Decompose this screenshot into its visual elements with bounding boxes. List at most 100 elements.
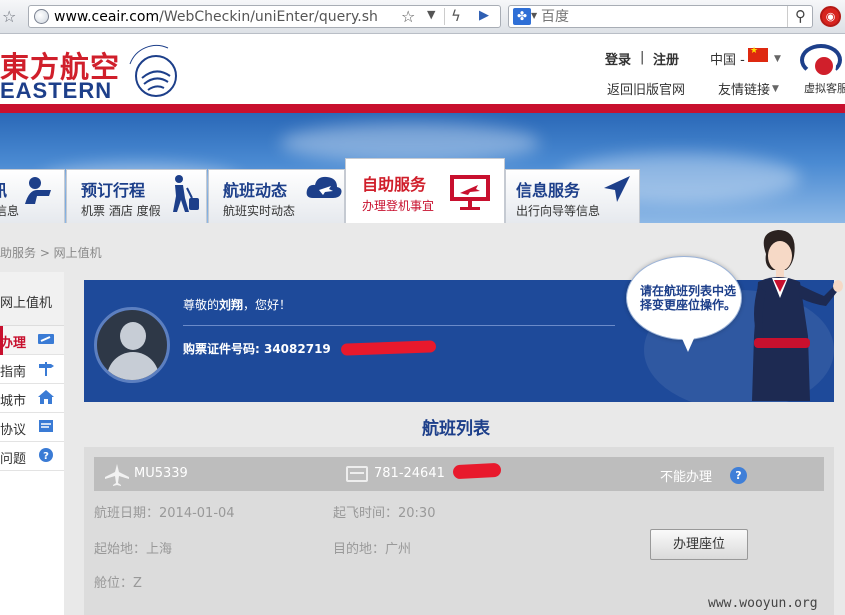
favorite-star-icon[interactable]: ☆	[401, 7, 415, 26]
tab-subtitle: 航班实时动态	[223, 204, 296, 218]
id-number: 购票证件号码: 34082719	[183, 342, 331, 356]
browser-toolbar: ☆ www.ceair.com/WebCheckin/uniEnter/quer…	[0, 0, 845, 34]
tab-title: 航班动态	[223, 181, 288, 200]
checkin-status: 不能办理	[660, 470, 713, 485]
ticket-card-icon	[346, 466, 368, 482]
destination: 目的地：广州	[333, 542, 412, 557]
url-path: /WebCheckin/uniEnter/query.sh	[159, 9, 378, 25]
watermark: www.wooyun.org	[708, 596, 818, 611]
greeting-prefix: 尊敬的	[183, 298, 220, 312]
tab-booking[interactable]: 预订行程 机票 酒店 度假	[66, 169, 207, 223]
cloud	[280, 123, 540, 163]
user-name: 刘翔	[219, 298, 244, 312]
search-icon[interactable]: ⚲	[787, 6, 813, 27]
flight-date: 航班日期：2014-01-04	[94, 506, 235, 521]
addon-icon[interactable]: ◉	[820, 6, 841, 27]
register-link[interactable]: 注册	[653, 49, 679, 68]
avatar-head	[120, 322, 146, 350]
sidebar-item-faq[interactable]: 问题 ?	[0, 442, 64, 471]
sidebar-item-label: 问题	[0, 452, 27, 467]
url-text[interactable]: www.ceair.com/WebCheckin/uniEnter/query.…	[54, 9, 419, 25]
tab-self-service[interactable]: 自助服务 办理登机事宜	[345, 158, 505, 224]
signpost-icon	[39, 362, 54, 376]
ticket-icon	[38, 334, 54, 344]
sidebar-item-label: 协议	[0, 423, 27, 438]
greeting-text: 尊敬的刘翔，您好！	[183, 296, 291, 313]
question-icon: ?	[39, 448, 53, 462]
tab-title: 预订行程	[81, 181, 146, 200]
divider	[444, 8, 445, 25]
logo-english[interactable]: EASTERN	[0, 78, 112, 104]
skyteam-logo-icon	[129, 44, 177, 97]
bookmark-star-icon[interactable]: ☆	[2, 7, 16, 26]
tab-subtitle: 机票 酒店 度假	[81, 204, 161, 218]
flight-attendant-illustration	[752, 230, 843, 401]
old-site-link[interactable]: 返回旧版官网	[607, 79, 685, 98]
document-icon	[39, 420, 53, 432]
globe-icon	[34, 9, 49, 24]
tab-title: 自助服务	[362, 175, 427, 194]
divider	[183, 325, 615, 326]
tab-info-partial[interactable]: 訊 信息	[0, 169, 65, 223]
friend-links-menu[interactable]: 友情链接	[718, 79, 770, 98]
sidebar-menu: 网上值机 办理 指南 城市 协议 问题 ?	[0, 272, 64, 615]
traveler-luggage-icon	[173, 175, 199, 212]
sidebar-item-agreement[interactable]: 协议	[0, 413, 64, 442]
tab-info-service[interactable]: 信息服务 出行向导等信息	[505, 169, 640, 223]
speech-bubble-text: 请在航班列表中选择变更座位操作。	[640, 284, 737, 312]
sidebar-item-guide[interactable]: 指南	[0, 355, 64, 384]
agent-icon	[25, 177, 51, 204]
help-icon[interactable]: ?	[730, 467, 747, 484]
sidebar-heading: 网上值机	[0, 272, 64, 326]
tab-title: 信息服务	[516, 181, 581, 200]
redaction-mark	[452, 462, 502, 480]
avatar	[94, 307, 170, 383]
china-flag-icon	[748, 46, 768, 62]
breadcrumb: 助服务 > 网上值机	[0, 246, 102, 260]
plane-icon	[105, 464, 129, 486]
cabin-class: 舱位：Z	[94, 576, 142, 591]
url-domain: www.ceair.com	[54, 9, 160, 25]
lightning-icon[interactable]: ϟ	[451, 7, 461, 25]
sidebar-item-label: 办理	[0, 336, 27, 351]
site-header: 東方航空 EASTERN 登录 | 注册 中国 - ▼ 返回旧版官网 友情链接 …	[0, 34, 845, 104]
tab-subtitle: 办理登机事宜	[362, 199, 435, 213]
login-link[interactable]: 登录	[605, 49, 631, 68]
svg-text:?: ?	[43, 451, 49, 462]
friend-links-dropdown-icon[interactable]: ▼	[772, 84, 779, 94]
sidebar-item-label: 指南	[0, 365, 27, 380]
checkin-screen-icon	[450, 175, 490, 210]
go-arrow-icon[interactable]: ▶	[479, 8, 489, 23]
search-input[interactable]	[541, 8, 781, 25]
home-icon	[38, 390, 54, 404]
search-box: ✤ ▼ ⚲	[508, 5, 813, 28]
sidebar-item-label: 城市	[0, 394, 27, 409]
virtual-assistant-label[interactable]: 虚拟客服	[804, 80, 845, 96]
address-bar[interactable]: www.ceair.com/WebCheckin/uniEnter/query.…	[28, 5, 501, 28]
engine-dropdown-icon[interactable]: ▼	[531, 11, 537, 20]
region-dropdown-icon[interactable]: ▼	[774, 54, 781, 64]
region-selector[interactable]: 中国 -	[710, 49, 745, 68]
seat-selection-button[interactable]: 办理座位	[650, 529, 748, 560]
tab-subtitle: 出行向导等信息	[516, 204, 601, 218]
tab-flight-status[interactable]: 航班动态 航班实时动态	[208, 169, 345, 223]
navigation-arrow-icon	[604, 176, 630, 202]
avatar-body	[107, 352, 159, 380]
url-dropdown-icon[interactable]: ▼	[427, 8, 435, 21]
sidebar-item-cities[interactable]: 城市	[0, 384, 64, 413]
ticket-number: 781-24641	[374, 466, 445, 481]
speech-bubble-tail	[680, 334, 696, 352]
flight-number: MU5339	[134, 466, 188, 481]
cloud-plane-icon	[306, 176, 342, 198]
flight-list-title: 航班列表	[422, 419, 490, 439]
sidebar-heading-label: 网上值机	[0, 296, 53, 311]
header-separator: |	[640, 50, 645, 65]
baidu-paw-icon[interactable]: ✤	[513, 8, 531, 25]
brand-red-band	[0, 104, 845, 113]
greeting-suffix: ，您好！	[243, 298, 292, 312]
origin: 起始地：上海	[94, 542, 173, 557]
tab-title: 訊	[0, 177, 7, 201]
tab-subtitle: 信息	[0, 204, 20, 218]
virtual-assistant-icon[interactable]	[800, 44, 842, 78]
sidebar-item-checkin[interactable]: 办理	[0, 326, 64, 355]
